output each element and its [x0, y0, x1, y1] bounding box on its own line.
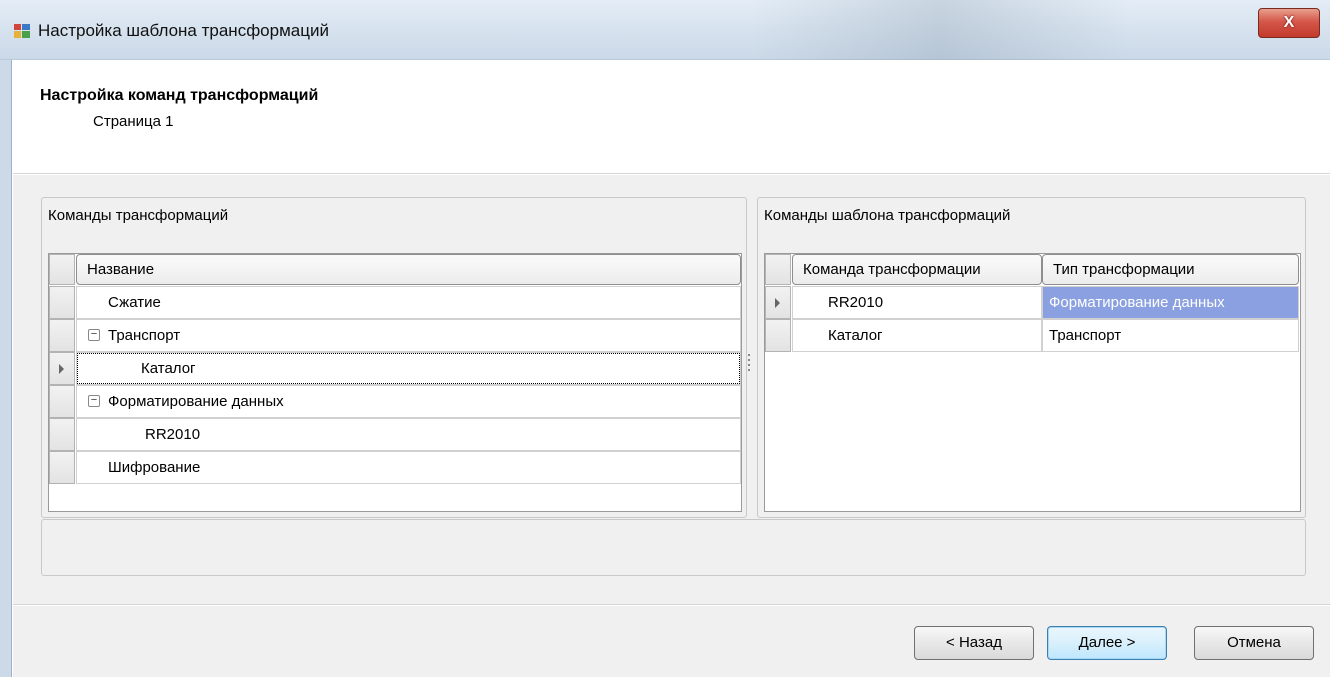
cell-type: Форматирование данных [1049, 294, 1225, 311]
next-button[interactable]: Далее > [1047, 626, 1167, 660]
row-indicator[interactable] [49, 418, 75, 451]
tree-row-label: Каталог [141, 360, 196, 377]
row-indicator-current[interactable] [765, 286, 791, 319]
table-row[interactable]: Каталог [792, 319, 1042, 352]
row-indicator[interactable] [49, 451, 75, 484]
cancel-button[interactable]: Отмена [1194, 626, 1314, 660]
collapse-icon[interactable]: − [88, 329, 100, 341]
page-title: Настройка команд трансформаций [40, 87, 319, 104]
app-icon [14, 24, 30, 38]
row-indicator[interactable] [49, 286, 75, 319]
panel-splitter[interactable] [746, 198, 752, 518]
tree-row[interactable]: Шифрование [76, 451, 741, 484]
row-indicator[interactable] [49, 385, 75, 418]
tree-row[interactable]: Транспорт [76, 319, 741, 352]
page-subtitle: Страница 1 [93, 113, 174, 130]
tree-row-label: Шифрование [108, 459, 201, 476]
title-bar: Настройка шаблона трансформаций X [0, 0, 1330, 60]
close-button[interactable]: X [1258, 8, 1320, 38]
collapse-icon[interactable]: − [88, 395, 100, 407]
right-group-title: Команды шаблона трансформаций [764, 207, 1011, 224]
tree-row[interactable]: Форматирование данных [76, 385, 741, 418]
tree-row-label: Сжатие [108, 294, 161, 311]
back-button[interactable]: < Назад [914, 626, 1034, 660]
current-row-arrow-icon [775, 298, 780, 308]
table-row[interactable]: RR2010 [792, 286, 1042, 319]
row-indicator-header [49, 254, 75, 285]
cell-command: Каталог [828, 327, 883, 344]
tree-row-label: RR2010 [145, 426, 201, 443]
column-header-type[interactable]: Тип трансформации [1042, 254, 1299, 285]
left-group-title: Команды трансформаций [48, 207, 229, 224]
row-indicator[interactable] [49, 319, 75, 352]
row-indicator[interactable] [765, 319, 791, 352]
cell-command: RR2010 [828, 294, 884, 311]
table-cell[interactable]: Транспорт [1042, 319, 1299, 352]
title-bar-glass [750, 0, 1130, 60]
tree-row[interactable]: Сжатие [76, 286, 741, 319]
tree-row-label: Транспорт [108, 327, 181, 344]
template-commands-grid[interactable]: Команда трансформации Тип трансформации … [764, 253, 1301, 512]
window-title: Настройка шаблона трансформаций [38, 21, 329, 40]
row-indicator-current[interactable] [49, 352, 75, 385]
description-panel [41, 519, 1306, 576]
transform-commands-tree[interactable]: Название Сжатие Транспорт − Каталог Форм… [48, 253, 742, 512]
tree-row[interactable]: RR2010 [76, 418, 741, 451]
wizard-footer: < Назад Далее > Отмена [13, 606, 1330, 677]
tree-row-label: Форматирование данных [108, 393, 284, 410]
column-header-command[interactable]: Команда трансформации [792, 254, 1042, 285]
cell-type-selected[interactable]: Форматирование данных [1042, 286, 1299, 319]
cell-type: Транспорт [1049, 327, 1122, 344]
column-header-name[interactable]: Название [76, 254, 741, 285]
current-row-arrow-icon [59, 364, 64, 374]
tree-row-focused[interactable]: Каталог [76, 352, 741, 385]
window-frame-left [0, 60, 12, 677]
wizard-header: Настройка команд трансформаций Страница … [13, 61, 1330, 174]
row-indicator-header [765, 254, 791, 285]
